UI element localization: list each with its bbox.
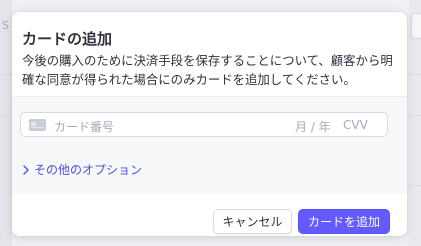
cancel-button[interactable]: キャンセル xyxy=(213,209,292,234)
modal-title: カードの追加 xyxy=(22,30,113,48)
credit-card-icon xyxy=(29,119,46,131)
modal-footer: キャンセル カードを追加 xyxy=(12,194,407,236)
card-number-field[interactable]: カード番号 xyxy=(54,118,114,135)
card-details-input[interactable]: カード番号 月 / 年 CVV xyxy=(20,112,388,137)
background-box xyxy=(411,13,421,39)
cvv-field[interactable]: CVV xyxy=(343,118,368,132)
modal-body: カード番号 月 / 年 CVV その他のオプション xyxy=(12,96,407,195)
background-divider xyxy=(409,185,421,186)
more-options-link[interactable]: その他のオプション xyxy=(22,161,142,178)
background-divider xyxy=(0,115,12,116)
modal-description: 今後の購入のために決済手段を保存することについて、顧客から明確な同意が得られた場… xyxy=(22,53,393,87)
background-divider xyxy=(0,74,12,75)
background-left-strip xyxy=(0,0,12,246)
expiry-field[interactable]: 月 / 年 xyxy=(295,118,331,135)
background-divider xyxy=(409,74,421,75)
add-card-button[interactable]: カードを追加 xyxy=(298,209,390,234)
add-card-modal: カードの追加 今後の購入のために決済手段を保存することについて、顧客から明確な同… xyxy=(12,12,407,236)
more-options-label: その他のオプション xyxy=(34,163,143,177)
chevron-right-icon xyxy=(22,163,30,177)
modal-header: カードの追加 今後の購入のために決済手段を保存することについて、顧客から明確な同… xyxy=(12,12,407,96)
background-glyph: S xyxy=(2,19,9,32)
background-divider xyxy=(409,115,421,116)
